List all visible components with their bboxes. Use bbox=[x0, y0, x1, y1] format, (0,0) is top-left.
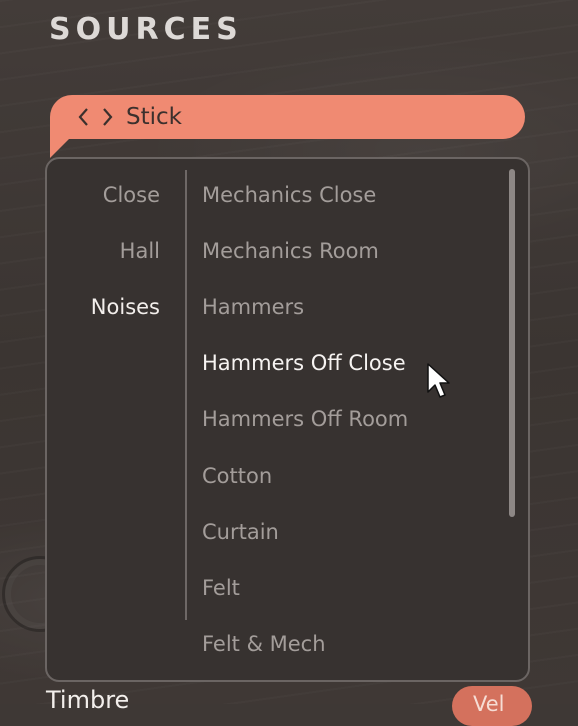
source-item-hammers[interactable]: Hammers bbox=[202, 295, 304, 319]
category-hall[interactable]: Hall bbox=[120, 239, 160, 263]
sources-title: SOURCES bbox=[49, 12, 243, 47]
category-close[interactable]: Close bbox=[103, 183, 160, 207]
chevron-left-icon bbox=[78, 108, 88, 126]
source-dropdown-menu: Close Hall Noises Mechanics Close Mechan… bbox=[45, 157, 530, 682]
source-item-curtain[interactable]: Curtain bbox=[202, 520, 279, 544]
selected-source-label: Stick bbox=[126, 104, 182, 130]
source-item-hammers-off-close[interactable]: Hammers Off Close bbox=[202, 351, 406, 375]
source-selector[interactable]: Stick bbox=[50, 95, 525, 139]
dropdown-scrollbar[interactable] bbox=[509, 169, 515, 517]
source-item-felt[interactable]: Felt bbox=[202, 576, 240, 600]
source-item-cotton[interactable]: Cotton bbox=[202, 464, 272, 488]
source-item-mechanics-room[interactable]: Mechanics Room bbox=[202, 239, 379, 263]
column-divider bbox=[185, 170, 187, 620]
next-source-button[interactable] bbox=[99, 106, 114, 128]
timbre-label: Timbre bbox=[46, 686, 130, 714]
source-item-felt-and-mech[interactable]: Felt & Mech bbox=[202, 632, 326, 656]
source-item-mechanics-close[interactable]: Mechanics Close bbox=[202, 183, 376, 207]
previous-source-button[interactable] bbox=[76, 106, 91, 128]
source-item-hammers-off-room[interactable]: Hammers Off Room bbox=[202, 407, 408, 431]
vel-button[interactable]: Vel bbox=[452, 686, 532, 726]
category-noises[interactable]: Noises bbox=[91, 295, 160, 319]
chevron-right-icon bbox=[102, 108, 112, 126]
